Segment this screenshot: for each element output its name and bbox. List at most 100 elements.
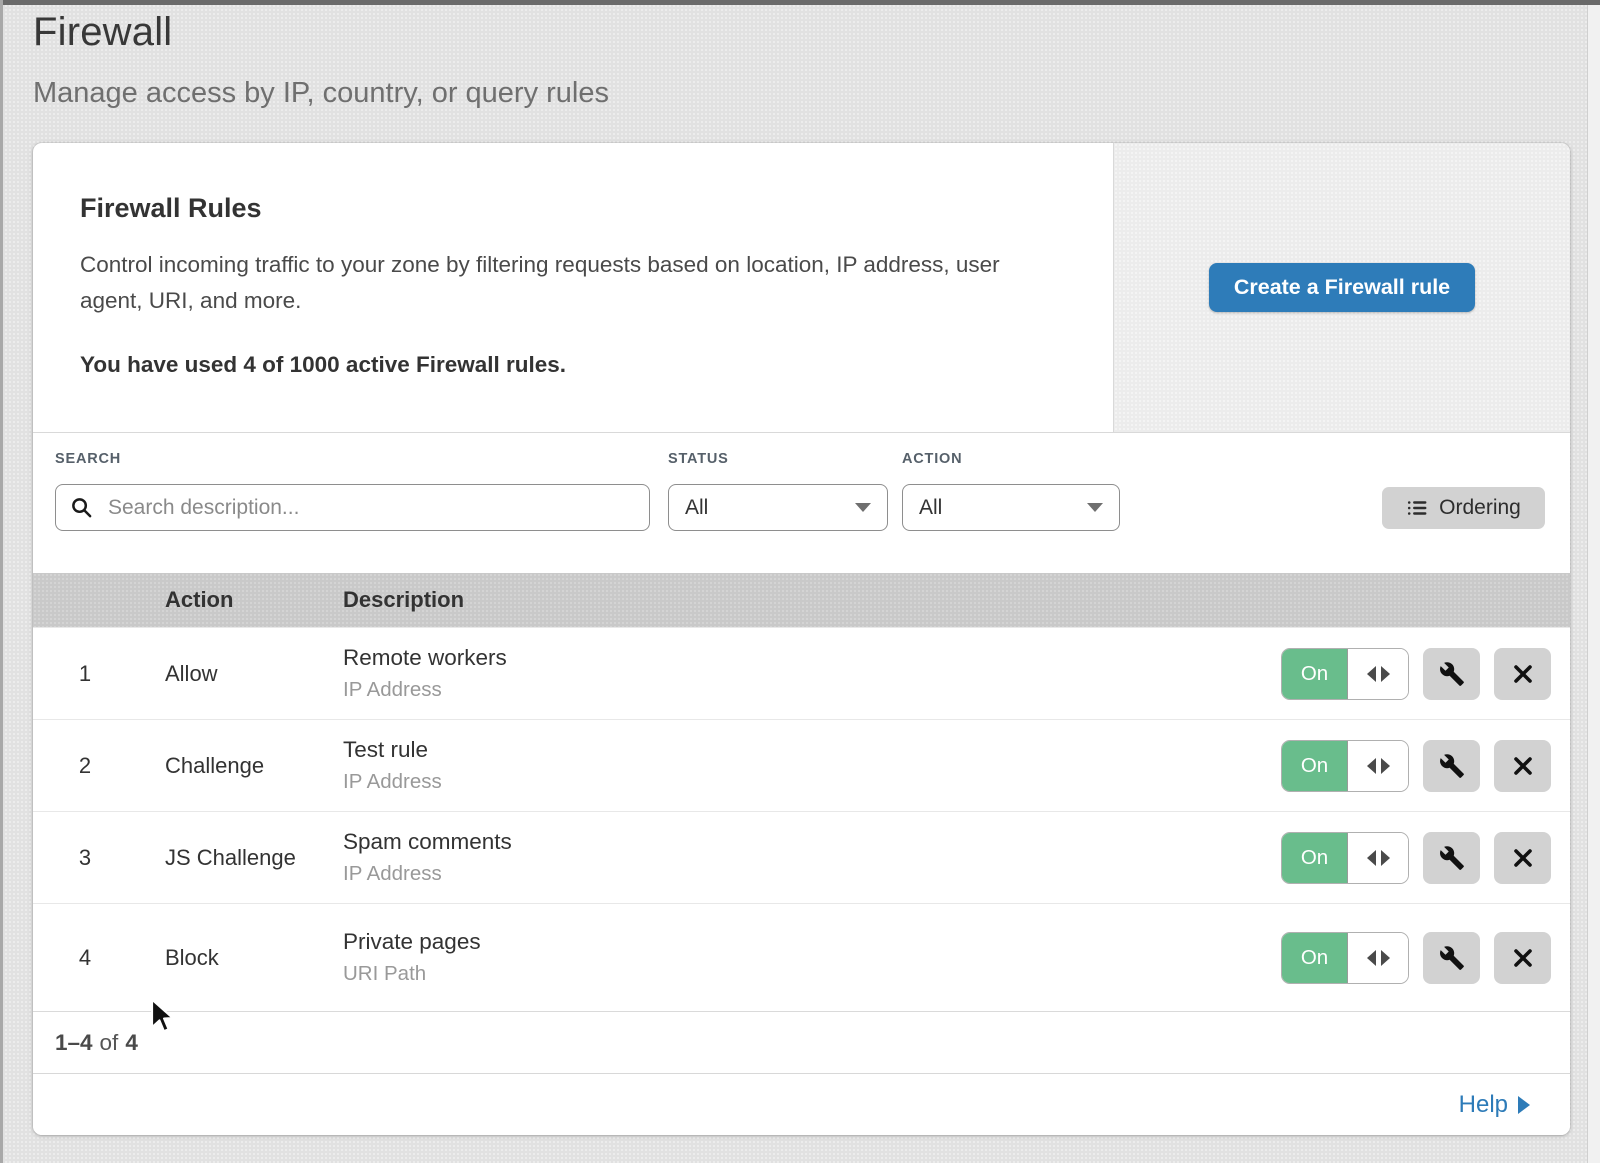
search-icon bbox=[70, 496, 93, 519]
rule-enabled-toggle[interactable]: On bbox=[1281, 832, 1409, 884]
rule-match-type: IP Address bbox=[343, 862, 1244, 886]
delete-rule-button[interactable] bbox=[1494, 832, 1551, 884]
scrollbar-track[interactable] bbox=[1587, 5, 1600, 1163]
pagination-of: of bbox=[100, 1030, 119, 1056]
action-label: ACTION bbox=[902, 451, 962, 467]
rule-action: Block bbox=[165, 945, 343, 971]
intro-section: Firewall Rules Control incoming traffic … bbox=[33, 143, 1570, 433]
rule-controls: On bbox=[1244, 740, 1570, 792]
intro-heading: Firewall Rules bbox=[80, 193, 1053, 224]
edit-rule-button[interactable] bbox=[1423, 932, 1480, 984]
toggle-on-label: On bbox=[1282, 833, 1348, 883]
edit-rule-button[interactable] bbox=[1423, 648, 1480, 700]
toggle-drag-handle-icon[interactable] bbox=[1348, 933, 1408, 983]
rule-description-cell: Test rule IP Address bbox=[343, 737, 1244, 794]
intro-description: Control incoming traffic to your zone by… bbox=[80, 247, 1025, 319]
rule-action: Challenge bbox=[165, 753, 343, 779]
delete-rule-button[interactable] bbox=[1494, 648, 1551, 700]
usage-summary: You have used 4 of 1000 active Firewall … bbox=[80, 352, 1053, 378]
filters-bar: SEARCH STATUS All ACTION All bbox=[33, 433, 1570, 573]
pagination-range: 1–4 bbox=[55, 1030, 93, 1056]
rule-description: Test rule bbox=[343, 737, 1244, 763]
rule-description: Private pages bbox=[343, 929, 1244, 955]
table-row: 4 Block Private pages URI Path On bbox=[33, 903, 1570, 1011]
triangle-left-icon bbox=[1367, 850, 1376, 866]
page-title: Firewall bbox=[33, 10, 609, 55]
description-column-header: Description bbox=[343, 587, 1244, 613]
delete-rule-button[interactable] bbox=[1494, 932, 1551, 984]
ordering-button[interactable]: Ordering bbox=[1382, 487, 1545, 529]
toggle-on-label: On bbox=[1282, 933, 1348, 983]
triangle-right-icon bbox=[1381, 950, 1390, 966]
rule-match-type: IP Address bbox=[343, 678, 1244, 702]
status-label: STATUS bbox=[668, 451, 729, 467]
rule-controls: On bbox=[1244, 832, 1570, 884]
toggle-on-label: On bbox=[1282, 649, 1348, 699]
toggle-drag-handle-icon[interactable] bbox=[1348, 649, 1408, 699]
rule-action: Allow bbox=[165, 661, 343, 687]
action-column-header: Action bbox=[165, 587, 343, 613]
pagination-total: 4 bbox=[125, 1030, 138, 1056]
ordering-list-icon bbox=[1406, 497, 1428, 519]
close-icon bbox=[1511, 662, 1535, 686]
help-link-label: Help bbox=[1459, 1091, 1508, 1119]
status-select-value: All bbox=[685, 496, 708, 520]
triangle-left-icon bbox=[1367, 950, 1376, 966]
close-icon bbox=[1511, 946, 1535, 970]
window-left-edge bbox=[0, 0, 3, 1163]
triangle-right-icon bbox=[1381, 666, 1390, 682]
help-bar: Help bbox=[33, 1073, 1570, 1135]
rule-description: Spam comments bbox=[343, 829, 1244, 855]
close-icon bbox=[1511, 846, 1535, 870]
rule-description: Remote workers bbox=[343, 645, 1244, 671]
search-field-wrapper bbox=[55, 484, 650, 531]
intro-text-block: Firewall Rules Control incoming traffic … bbox=[33, 143, 1113, 432]
table-row: 3 JS Challenge Spam comments IP Address … bbox=[33, 811, 1570, 903]
firewall-rules-card: Firewall Rules Control incoming traffic … bbox=[33, 143, 1570, 1135]
chevron-down-icon bbox=[1087, 503, 1103, 512]
rule-controls: On bbox=[1244, 648, 1570, 700]
help-link[interactable]: Help bbox=[1459, 1091, 1530, 1119]
chevron-down-icon bbox=[855, 503, 871, 512]
rule-description-cell: Remote workers IP Address bbox=[343, 645, 1244, 702]
create-firewall-rule-button[interactable]: Create a Firewall rule bbox=[1209, 263, 1475, 312]
triangle-left-icon bbox=[1367, 666, 1376, 682]
rule-priority: 4 bbox=[33, 945, 165, 971]
search-label: SEARCH bbox=[55, 451, 121, 467]
status-select[interactable]: All bbox=[668, 484, 888, 531]
triangle-right-icon bbox=[1381, 758, 1390, 774]
page-header: Firewall Manage access by IP, country, o… bbox=[33, 10, 609, 110]
wrench-icon bbox=[1439, 661, 1465, 687]
table-header-row: Action Description bbox=[33, 573, 1570, 627]
rule-description-cell: Private pages URI Path bbox=[343, 929, 1244, 986]
rule-enabled-toggle[interactable]: On bbox=[1281, 932, 1409, 984]
rule-enabled-toggle[interactable]: On bbox=[1281, 648, 1409, 700]
delete-rule-button[interactable] bbox=[1494, 740, 1551, 792]
edit-rule-button[interactable] bbox=[1423, 832, 1480, 884]
table-row: 1 Allow Remote workers IP Address On bbox=[33, 627, 1570, 719]
action-select[interactable]: All bbox=[902, 484, 1120, 531]
rule-match-type: URI Path bbox=[343, 962, 1244, 986]
wrench-icon bbox=[1439, 945, 1465, 971]
rule-action: JS Challenge bbox=[165, 845, 343, 871]
rule-description-cell: Spam comments IP Address bbox=[343, 829, 1244, 886]
triangle-right-icon bbox=[1381, 850, 1390, 866]
close-icon bbox=[1511, 754, 1535, 778]
rule-priority: 2 bbox=[33, 753, 165, 779]
page-subtitle: Manage access by IP, country, or query r… bbox=[33, 77, 609, 110]
wrench-icon bbox=[1439, 753, 1465, 779]
ordering-button-label: Ordering bbox=[1439, 496, 1521, 520]
intro-side-panel: Create a Firewall rule bbox=[1113, 143, 1570, 432]
rule-enabled-toggle[interactable]: On bbox=[1281, 740, 1409, 792]
search-input[interactable] bbox=[55, 484, 650, 531]
help-arrow-icon bbox=[1518, 1096, 1530, 1114]
toggle-drag-handle-icon[interactable] bbox=[1348, 741, 1408, 791]
rule-priority: 1 bbox=[33, 661, 165, 687]
toggle-drag-handle-icon[interactable] bbox=[1348, 833, 1408, 883]
rule-controls: On bbox=[1244, 932, 1570, 984]
wrench-icon bbox=[1439, 845, 1465, 871]
edit-rule-button[interactable] bbox=[1423, 740, 1480, 792]
pagination-bar: 1–4 of 4 bbox=[33, 1011, 1570, 1073]
triangle-left-icon bbox=[1367, 758, 1376, 774]
window-top-edge bbox=[0, 0, 1600, 5]
